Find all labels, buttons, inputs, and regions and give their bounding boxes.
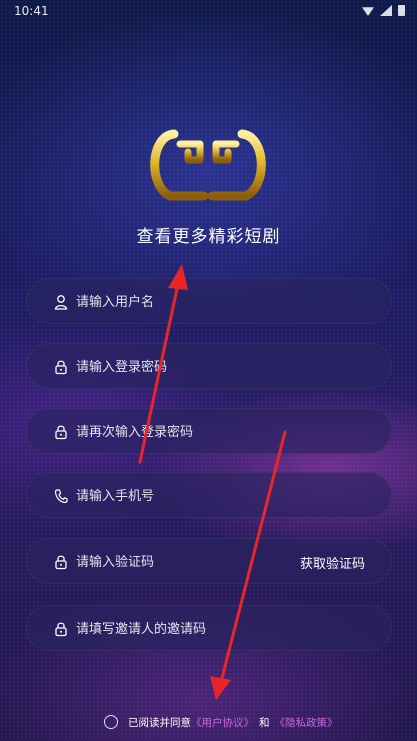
password-confirm-field[interactable] [26,408,392,455]
tagline: 查看更多精彩短剧 [136,227,281,247]
status-time: 10:41 [14,4,49,18]
agree-checkbox[interactable] [104,715,118,729]
verification-code-field[interactable]: 获取验证码 [26,538,392,585]
status-bar: 10:41 [0,0,417,24]
privacy-policy-link[interactable]: 《隐私政策》 [275,715,338,730]
agreement-prefix: 已阅读并同意 [128,716,191,729]
app-logo [150,129,266,201]
status-icons [362,5,405,16]
get-code-button[interactable]: 获取验证码 [300,553,365,572]
wifi-icon [362,7,374,16]
invite-code-input[interactable] [76,606,296,652]
agreement-connector: 和 [259,716,270,729]
lock-icon [55,622,67,637]
password-input[interactable] [76,344,296,390]
username-field[interactable] [26,278,392,325]
verification-code-input[interactable] [76,539,296,585]
arrow-down-head [210,676,231,700]
user-agreement-link[interactable]: 《用户协议》 [191,715,254,730]
agreement-row: 已阅读并同意 《用户协议》 和 《隐私政策》 [104,712,338,732]
phone-field[interactable] [26,472,392,519]
phone-input[interactable] [76,473,296,519]
lock-icon [55,425,67,440]
password-field[interactable] [26,343,392,390]
password-confirm-input[interactable] [76,409,296,455]
lock-icon [55,360,67,375]
battery-icon [398,5,405,16]
lock-icon [55,555,67,570]
username-input[interactable] [76,279,296,325]
invite-code-field[interactable] [26,605,392,652]
user-icon [54,295,68,310]
phone-icon [54,489,68,504]
signal-icon [380,5,392,16]
